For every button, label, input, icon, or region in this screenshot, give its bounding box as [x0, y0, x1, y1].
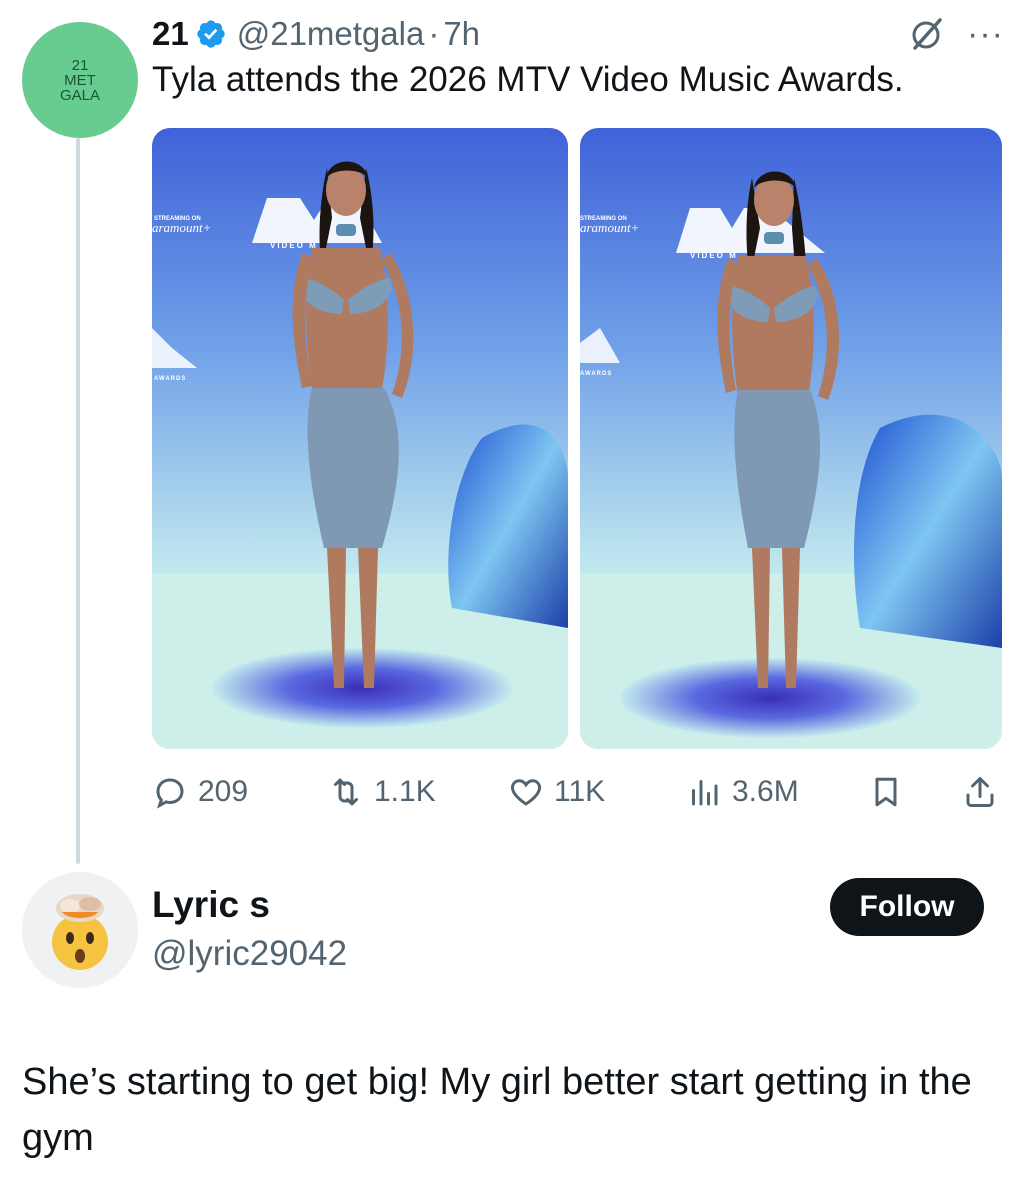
tweet-text: Tyla attends the 2026 MTV Video Music Aw…	[152, 60, 904, 99]
reply-button[interactable]: 209	[152, 766, 248, 818]
verified-badge-icon	[197, 20, 225, 48]
tweet-timestamp[interactable]: 7h	[443, 15, 480, 53]
avatar-21metgala[interactable]: 21 MET GALA	[22, 22, 138, 138]
share-button[interactable]	[962, 766, 998, 818]
avatar-lyric[interactable]	[22, 872, 138, 988]
avatar-text-line-3: GALA	[59, 86, 101, 104]
reply-display-name[interactable]: Lyric s	[152, 884, 270, 926]
author-display-name[interactable]: 21	[152, 15, 189, 53]
views-count: 3.6M	[732, 775, 799, 808]
repost-button[interactable]: 1.1K	[328, 766, 436, 818]
exploding-head-emoji-icon	[52, 894, 108, 970]
like-button[interactable]: 11K	[508, 766, 605, 818]
bookmark-icon	[875, 777, 897, 807]
backdrop-video-label-right: VIDEO M	[690, 251, 738, 260]
tweet-image-right[interactable]: STREAMING ON aramount+ VIDEO M AWARDS	[580, 128, 1002, 749]
repost-icon	[334, 778, 358, 806]
backdrop-awards-label: AWARDS	[154, 376, 186, 382]
views-bars-icon	[692, 780, 718, 806]
heart-icon	[510, 779, 542, 806]
backdrop-video-label: VIDEO M	[270, 241, 318, 250]
tweet-header-actions: ···	[909, 16, 1004, 52]
thread-connector-line	[76, 138, 80, 864]
follow-button[interactable]: Follow	[830, 878, 984, 936]
bookmark-button[interactable]	[868, 766, 904, 818]
backdrop-brand-text: aramount+	[152, 220, 211, 235]
grok-slash-icon[interactable]	[909, 16, 945, 52]
views-button[interactable]: 3.6M	[686, 766, 799, 818]
separator-dot: ·	[428, 15, 440, 52]
backdrop-awards-label-right: AWARDS	[580, 371, 612, 377]
tweet-image-left[interactable]: STREAMING ON aramount+ VIDEO M AWARDS	[152, 128, 568, 749]
backdrop-brand-text-right: aramount+	[580, 220, 639, 235]
reply-text: She’s starting to get big! My girl bette…	[22, 1061, 972, 1159]
reply-bubble-icon	[156, 778, 184, 809]
author-handle[interactable]: @21metgala	[237, 15, 425, 53]
reply-handle[interactable]: @lyric29042	[152, 934, 347, 974]
repost-count: 1.1K	[374, 775, 436, 808]
like-count: 11K	[554, 775, 606, 808]
reply-count: 209	[198, 775, 249, 808]
avatar-text-line-1: 21	[71, 56, 89, 74]
more-options-icon[interactable]: ···	[967, 17, 1004, 51]
tweet-action-bar: 209 1.1K 11K 3.6M	[152, 766, 1002, 818]
avatar-text-line-2: MET	[64, 71, 96, 89]
tweet-header: 21 @21metgala · 7h	[152, 12, 480, 56]
share-icon	[966, 777, 994, 807]
